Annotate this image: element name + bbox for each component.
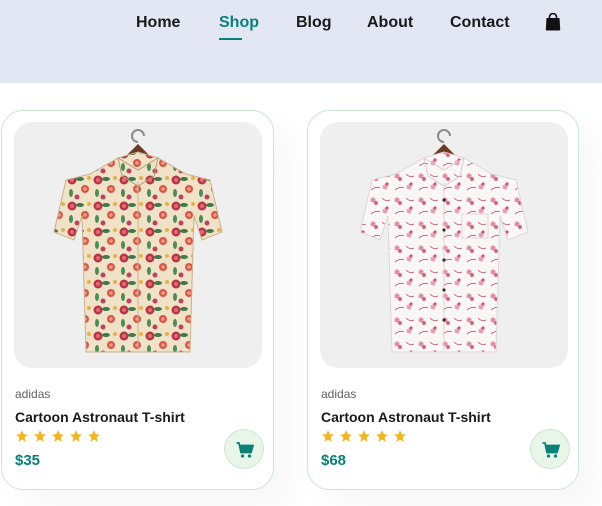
cart-icon — [236, 442, 254, 458]
floral-shirt-image — [359, 129, 529, 353]
rating-stars — [15, 429, 105, 443]
star-icon — [88, 430, 100, 442]
nav-blog[interactable]: Blog — [296, 13, 332, 33]
product-image — [320, 122, 568, 368]
star-icon — [52, 430, 64, 442]
floral-shirt-image — [53, 129, 223, 353]
star-icon — [340, 430, 352, 442]
product-price: $68 — [321, 452, 347, 469]
nav-home[interactable]: Home — [136, 13, 180, 33]
product-brand: adidas — [321, 387, 357, 401]
shopping-bag-icon[interactable] — [545, 13, 561, 31]
add-to-cart-button[interactable] — [530, 429, 570, 469]
star-icon — [70, 430, 82, 442]
add-to-cart-button[interactable] — [224, 429, 264, 469]
product-image — [14, 122, 262, 368]
star-icon — [16, 430, 28, 442]
rating-stars — [321, 429, 411, 443]
nav-shop[interactable]: Shop — [219, 13, 259, 40]
star-icon — [34, 430, 46, 442]
product-brand: adidas — [15, 387, 51, 401]
site-header: Home Shop Blog About Contact — [0, 0, 602, 83]
nav-contact[interactable]: Contact — [450, 13, 510, 33]
star-icon — [358, 430, 370, 442]
product-name: Cartoon Astronaut T-shirt — [15, 409, 185, 425]
product-card[interactable]: adidas Cartoon Astronaut T-shirt $68 — [307, 110, 579, 490]
product-price: $35 — [15, 452, 41, 469]
star-icon — [376, 430, 388, 442]
nav-about[interactable]: About — [367, 13, 413, 33]
product-name: Cartoon Astronaut T-shirt — [321, 409, 491, 425]
star-icon — [394, 430, 406, 442]
cart-icon — [542, 442, 560, 458]
product-card[interactable]: adidas Cartoon Astronaut T-shirt $35 — [1, 110, 274, 490]
star-icon — [322, 430, 334, 442]
